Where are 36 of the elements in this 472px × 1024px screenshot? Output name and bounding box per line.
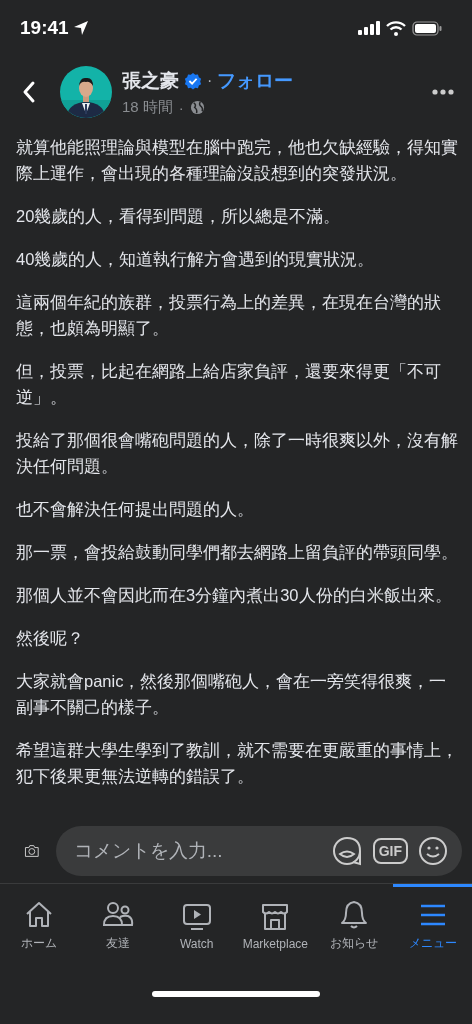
bell-icon [338,899,370,931]
clock-time: 19:41 [20,17,69,39]
battery-icon [412,20,442,36]
author-name[interactable]: 張之豪 [122,67,179,94]
nav-tab[interactable]: お知らせ [314,884,394,964]
nav-tab[interactable]: Watch [157,884,236,964]
separator-dot: · [178,98,184,116]
post-paragraph: 20幾歲的人，看得到問題，所以總是不滿。 [16,206,342,227]
post-paragraph: 但，投票，比起在網路上給店家負評，還要來得更「不可逆」。 [16,361,442,408]
follow-link[interactable]: フォロー [217,67,294,94]
post-paragraph: 就算他能照理論與模型在腦中跑完，他也欠缺經驗，得知實際上運作，會出現的各種理論沒設想到的突發狀況。 [16,137,458,184]
more-options-icon[interactable] [432,89,454,95]
sticker-icon[interactable] [330,835,363,867]
post-paragraph: 這兩個年紀的族群，投票行為上的差異，在現在台灣的狀態，也頗為明顯了。 [16,292,442,339]
location-arrow-icon [72,20,89,36]
emoji-icon[interactable] [418,836,448,866]
post-paragraph: 40幾歲的人，知道執行解方會遇到的現實狀況。 [16,249,376,270]
separator-dot: · [207,71,213,90]
signal-icon [358,21,380,35]
post-paragraph: 那一票，會投給鼓動同學們都去網路上留負評的帶頭同學。 [16,542,458,563]
nav-tab[interactable]: Marketplace [236,884,315,964]
gif-button[interactable]: GIF [372,838,408,864]
post-paragraph: 投給了那個很會嘴砲問題的人，除了一時很爽以外，沒有解決任何問題。 [16,430,458,477]
back-icon[interactable] [22,80,36,104]
post-paragraph: 希望這群大學生學到了教訓，就不需要在更嚴重的事情上，犯下後果更無法逆轉的錯誤了。 [16,740,458,787]
post-paragraph: 大家就會panic，然後那個嘴砲人，會在一旁笑得很爽，一副事不關己的樣子。 [16,671,448,718]
post-paragraph: 然後呢？ [16,628,85,649]
post-paragraph: 那個人並不會因此而在3分鐘內煮出30人份的白米飯出來。 [16,585,453,606]
post-paragraph: 也不會解決任何提出問題的人。 [16,499,255,520]
post-time[interactable]: 18 時間 [122,97,173,117]
comment-field[interactable]: コメントを入力... GIF [55,826,462,876]
wifi-icon [386,20,406,36]
globe-icon [189,99,205,115]
nav-tab[interactable]: メニュー [393,884,472,964]
nav-tab[interactable]: 友達 [78,884,158,964]
nav-tab[interactable]: ホーム [0,884,79,964]
